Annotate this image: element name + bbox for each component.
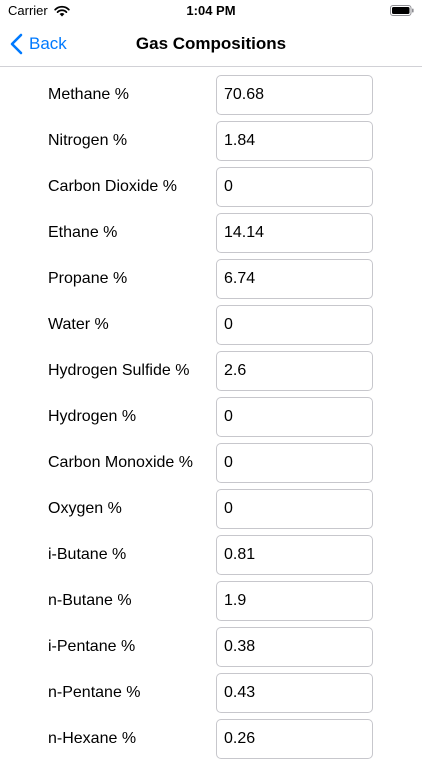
hydrogen-input[interactable]	[216, 397, 373, 437]
field-row-methane: Methane %	[0, 75, 422, 121]
n-hexane-input[interactable]	[216, 719, 373, 759]
field-label-carbon-monoxide: Carbon Monoxide %	[48, 454, 193, 471]
field-label-n-butane: n-Butane %	[48, 592, 132, 609]
field-row-water: Water %	[0, 305, 422, 351]
field-label-methane: Methane %	[48, 86, 129, 103]
navigation-bar: Back Gas Compositions	[0, 22, 422, 67]
i-pentane-input[interactable]	[216, 627, 373, 667]
field-label-oxygen: Oxygen %	[48, 500, 122, 517]
nitrogen-input[interactable]	[216, 121, 373, 161]
field-label-n-pentane: n-Pentane %	[48, 684, 141, 701]
status-time: 1:04 PM	[186, 3, 236, 18]
field-row-nitrogen: Nitrogen %	[0, 121, 422, 167]
field-row-hydrogen-sulfide: Hydrogen Sulfide %	[0, 351, 422, 397]
field-row-carbon-dioxide: Carbon Dioxide %	[0, 167, 422, 213]
n-butane-input[interactable]	[216, 581, 373, 621]
field-row-propane: Propane %	[0, 259, 422, 305]
status-bar: Carrier 1:04 PM	[0, 0, 422, 22]
field-row-i-butane: i-Butane %	[0, 535, 422, 581]
field-label-nitrogen: Nitrogen %	[48, 132, 128, 149]
i-butane-input[interactable]	[216, 535, 373, 575]
gas-composition-form: Methane % Nitrogen % Carbon Dioxide % Et…	[0, 75, 422, 765]
field-label-hydrogen-sulfide: Hydrogen Sulfide %	[48, 362, 190, 379]
field-label-i-pentane: i-Pentane %	[48, 638, 136, 655]
field-row-n-butane: n-Butane %	[0, 581, 422, 627]
field-label-n-hexane: n-Hexane %	[48, 730, 137, 747]
field-label-carbon-dioxide: Carbon Dioxide %	[48, 178, 177, 195]
ethane-input[interactable]	[216, 213, 373, 253]
field-row-i-pentane: i-Pentane %	[0, 627, 422, 673]
field-row-n-hexane: n-Hexane %	[0, 719, 422, 765]
oxygen-input[interactable]	[216, 489, 373, 529]
hydrogen-sulfide-input[interactable]	[216, 351, 373, 391]
field-row-ethane: Ethane %	[0, 213, 422, 259]
n-pentane-input[interactable]	[216, 673, 373, 713]
field-row-hydrogen: Hydrogen %	[0, 397, 422, 443]
battery-icon	[390, 5, 414, 16]
field-row-n-pentane: n-Pentane %	[0, 673, 422, 719]
carbon-monoxide-input[interactable]	[216, 443, 373, 483]
field-row-carbon-monoxide: Carbon Monoxide %	[0, 443, 422, 489]
field-row-oxygen: Oxygen %	[0, 489, 422, 535]
field-label-hydrogen: Hydrogen %	[48, 408, 137, 425]
methane-input[interactable]	[216, 75, 373, 115]
propane-input[interactable]	[216, 259, 373, 299]
water-input[interactable]	[216, 305, 373, 345]
field-label-water: Water %	[48, 316, 109, 333]
page-title: Gas Compositions	[135, 34, 287, 53]
field-label-ethane: Ethane %	[48, 224, 118, 241]
carbon-dioxide-input[interactable]	[216, 167, 373, 207]
field-label-propane: Propane %	[48, 270, 128, 287]
field-label-i-butane: i-Butane %	[48, 546, 127, 563]
